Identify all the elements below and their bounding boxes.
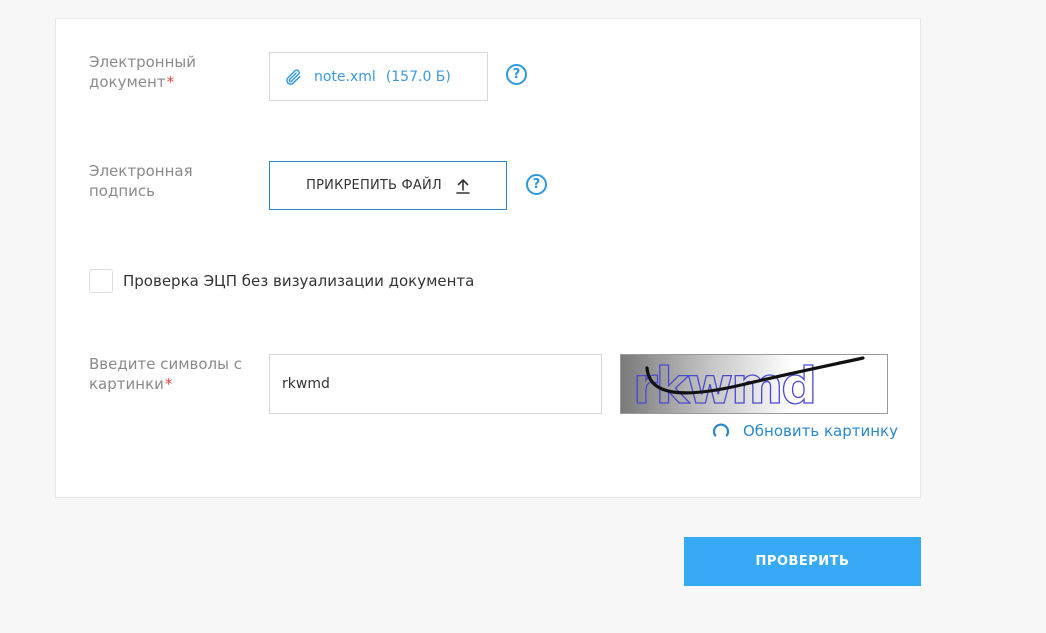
attach-file-label: ПРИКРЕПИТЬ ФАЙЛ xyxy=(306,178,442,193)
document-label: Электронный документ* xyxy=(89,52,249,92)
signature-help-glyph: ? xyxy=(532,177,541,192)
signature-label-line1: Электронная xyxy=(89,162,193,180)
document-label-line2: документ xyxy=(89,73,166,91)
refresh-icon xyxy=(711,421,731,441)
file-size: (157.0 Б) xyxy=(385,68,451,85)
document-label-line1: Электронный xyxy=(89,53,196,71)
file-name: note.xml xyxy=(314,68,376,85)
captcha-label: Введите символы с картинки* xyxy=(89,354,249,394)
no-visualization-checkbox-label[interactable]: Проверка ЭЦП без визуализации документа xyxy=(123,271,474,291)
required-mark: * xyxy=(164,375,173,393)
captcha-input[interactable] xyxy=(269,354,602,414)
verify-button[interactable]: ПРОВЕРИТЬ xyxy=(684,537,921,586)
signature-label-line2: подпись xyxy=(89,182,155,200)
captcha-image-graphic: rkwmd xyxy=(632,356,865,413)
captcha-image-text: rkwmd xyxy=(633,357,815,413)
captcha-image: rkwmd xyxy=(620,354,888,414)
verify-button-label: ПРОВЕРИТЬ xyxy=(755,554,850,569)
refresh-captcha-link[interactable]: Обновить картинку xyxy=(711,421,898,441)
upload-arrow-icon xyxy=(456,178,470,194)
no-visualization-checkbox[interactable] xyxy=(89,269,113,293)
attached-document-file[interactable]: note.xml (157.0 Б) xyxy=(269,52,488,101)
captcha-label-line2: картинки xyxy=(89,375,164,393)
verification-form-card: Электронный документ* note.xml (157.0 Б)… xyxy=(55,18,921,498)
question-circle-icon[interactable]: ? xyxy=(526,174,547,195)
question-circle-icon[interactable]: ? xyxy=(506,64,527,85)
captcha-label-line1: Введите символы с xyxy=(89,355,242,373)
paperclip-icon xyxy=(284,68,302,86)
document-help-glyph: ? xyxy=(512,67,521,82)
required-mark: * xyxy=(166,73,175,91)
signature-label: Электронная подпись xyxy=(89,161,249,201)
attach-file-button[interactable]: ПРИКРЕПИТЬ ФАЙЛ xyxy=(269,161,507,210)
refresh-captcha-label: Обновить картинку xyxy=(743,422,898,440)
